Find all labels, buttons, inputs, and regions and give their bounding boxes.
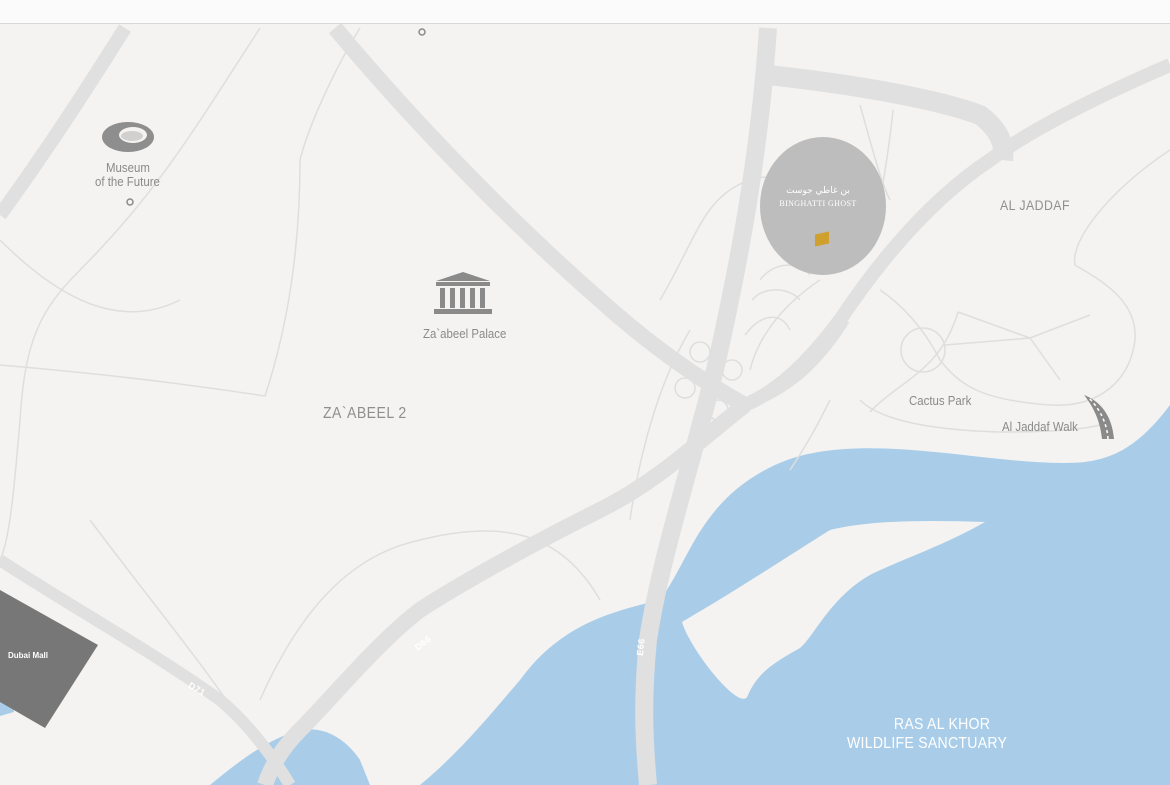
area-label-al-jaddaf: AL JADDAF (1000, 197, 1070, 213)
water-label-line1: RAS AL KHOR (893, 716, 991, 733)
area-label-zabeel: ZA`ABEEL 2 (323, 405, 407, 422)
museum-label-line1: Museum (106, 160, 150, 175)
water-label-line2: WILDLIFE SANCTUARY (847, 735, 1008, 752)
map-base-layer (0, 0, 1170, 785)
project-name: BINGHATTI GHOST (779, 199, 857, 208)
map-canvas[interactable]: Museum of the Future Za`abeel Palace ZA`… (0, 0, 1170, 785)
water-label: RAS AL KHOR WILDLIFE SANCTUARY (847, 715, 1007, 753)
museum-label-line2: of the Future (95, 174, 160, 189)
palace-icon (434, 272, 492, 314)
cactus-park-label: Cactus Park (909, 393, 972, 408)
road-walk-icon (1084, 395, 1114, 440)
road-label-e66: E66 (634, 637, 647, 657)
project-arabic-name: بن غاطي جوست (786, 186, 850, 196)
palace-label: Za`abeel Palace (423, 326, 507, 341)
top-bar (0, 0, 1170, 24)
museum-icon (102, 122, 154, 152)
dubai-mall-label: Dubai Mall (8, 651, 49, 660)
al-jaddaf-walk-label: Al Jaddaf Walk (1002, 419, 1078, 434)
